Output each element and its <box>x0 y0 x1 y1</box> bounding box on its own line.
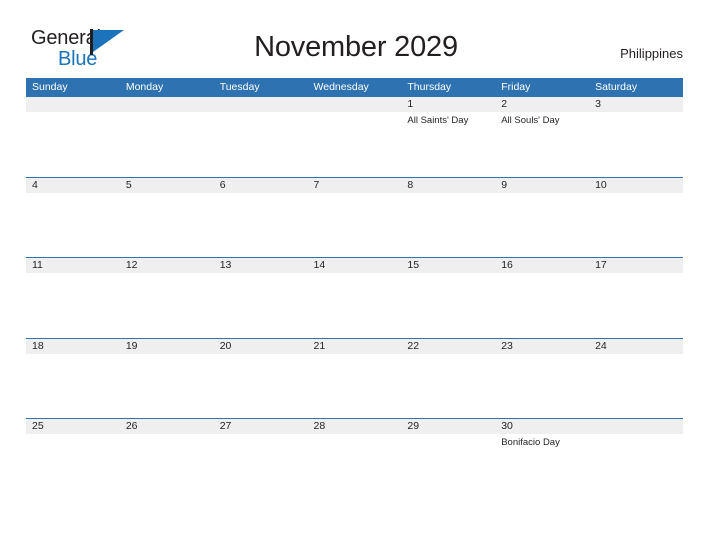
date-cell[interactable]: 2 <box>495 97 589 112</box>
weekday-header-saturday: Saturday <box>595 81 638 93</box>
event-cell: All Saints' Day <box>407 115 469 126</box>
event-cell <box>495 193 589 257</box>
week-date-band: 18 19 20 21 22 23 24 <box>26 338 683 354</box>
date-cell[interactable]: 3 <box>589 97 683 112</box>
event-cell <box>589 193 683 257</box>
week-date-band: 4 5 6 7 8 9 10 <box>26 177 683 193</box>
event-cell: All Souls' Day <box>501 115 560 126</box>
event-cell <box>120 193 214 257</box>
week-event-band <box>26 353 683 418</box>
date-cell[interactable]: 16 <box>495 258 589 273</box>
event-cell <box>589 273 683 337</box>
week-event-band <box>26 192 683 257</box>
weekday-header-friday: Friday <box>501 81 531 93</box>
event-cell <box>26 434 120 498</box>
event-cell <box>401 434 495 498</box>
week-date-band: 1 2 3 <box>26 97 683 112</box>
date-cell[interactable]: 19 <box>120 339 214 354</box>
event-cell <box>214 354 308 418</box>
event-cell <box>120 112 214 176</box>
weekday-header-sunday: Sunday <box>32 81 68 93</box>
date-cell[interactable]: 24 <box>589 339 683 354</box>
page-header: General Blue November 2029 Philippines <box>0 0 712 76</box>
event-cell <box>26 193 120 257</box>
event-cell <box>589 434 683 498</box>
date-cell[interactable]: 1 <box>401 97 495 112</box>
date-cell[interactable]: 18 <box>26 339 120 354</box>
calendar-week-row: 25 26 27 28 29 30 Bonifacio Day <box>26 418 683 499</box>
event-cell <box>589 112 683 176</box>
date-cell[interactable]: 6 <box>214 178 308 193</box>
weekday-header-wednesday: Wednesday <box>313 81 369 93</box>
page-title: November 2029 <box>254 31 458 63</box>
date-cell[interactable]: 14 <box>308 258 402 273</box>
date-cell[interactable]: 11 <box>26 258 120 273</box>
date-cell[interactable] <box>120 97 214 112</box>
event-cell <box>308 434 402 498</box>
date-cell[interactable]: 29 <box>401 419 495 434</box>
event-cell <box>401 193 495 257</box>
date-cell[interactable]: 8 <box>401 178 495 193</box>
event-cell <box>308 354 402 418</box>
weekday-header-tuesday: Tuesday <box>219 81 260 93</box>
event-cell <box>120 354 214 418</box>
date-cell[interactable]: 10 <box>589 178 683 193</box>
event-cell <box>495 354 589 418</box>
weekday-header-monday: Monday <box>125 81 164 93</box>
date-cell[interactable]: 15 <box>401 258 495 273</box>
calendar-table: Sunday Monday Tuesday Wednesday Thursday… <box>26 78 683 499</box>
date-cell[interactable] <box>26 97 120 112</box>
event-cell <box>308 112 402 176</box>
date-cell[interactable]: 22 <box>401 339 495 354</box>
calendar-week-row: 1 2 3 All Saints' Day All Souls' Day <box>26 96 683 177</box>
date-cell[interactable]: 25 <box>26 419 120 434</box>
week-event-band: Bonifacio Day <box>26 434 683 498</box>
week-date-band: 11 12 13 14 15 16 17 <box>26 258 683 273</box>
date-cell[interactable]: 7 <box>308 178 402 193</box>
event-cell <box>120 273 214 337</box>
date-cell[interactable] <box>589 419 683 434</box>
date-cell[interactable]: 23 <box>495 339 589 354</box>
date-cell[interactable]: 27 <box>214 419 308 434</box>
date-cell[interactable]: 20 <box>214 339 308 354</box>
calendar-weekday-header-row: Sunday Monday Tuesday Wednesday Thursday… <box>26 78 683 96</box>
event-cell <box>214 273 308 337</box>
week-date-band: 25 26 27 28 29 30 <box>26 419 683 434</box>
week-event-band <box>26 273 683 337</box>
event-cell <box>308 273 402 337</box>
event-cell <box>401 354 495 418</box>
event-cell <box>401 273 495 337</box>
calendar-week-row: 18 19 20 21 22 23 24 <box>26 337 683 419</box>
date-cell[interactable]: 4 <box>26 178 120 193</box>
event-cell <box>308 193 402 257</box>
date-cell[interactable]: 17 <box>589 258 683 273</box>
date-cell[interactable] <box>214 97 308 112</box>
week-event-band: All Saints' Day All Souls' Day <box>26 112 683 176</box>
country-label: Philippines <box>620 46 683 61</box>
event-cell <box>26 112 120 176</box>
calendar-page: General Blue November 2029 Philippines S… <box>0 0 712 550</box>
event-cell <box>214 193 308 257</box>
date-cell[interactable]: 12 <box>120 258 214 273</box>
event-cell <box>120 434 214 498</box>
date-cell[interactable]: 9 <box>495 178 589 193</box>
event-cell <box>589 354 683 418</box>
date-cell[interactable]: 21 <box>308 339 402 354</box>
calendar-week-row: 11 12 13 14 15 16 17 <box>26 257 683 338</box>
date-cell[interactable]: 13 <box>214 258 308 273</box>
date-cell[interactable]: 26 <box>120 419 214 434</box>
date-cell[interactable]: 5 <box>120 178 214 193</box>
calendar-week-row: 4 5 6 7 8 9 10 <box>26 176 683 258</box>
event-cell <box>495 273 589 337</box>
event-cell <box>26 273 120 337</box>
date-cell[interactable]: 30 <box>495 419 589 434</box>
event-cell <box>26 354 120 418</box>
event-cell <box>214 434 308 498</box>
date-cell[interactable] <box>308 97 402 112</box>
weekday-header-thursday: Thursday <box>407 81 452 93</box>
date-cell[interactable]: 28 <box>308 419 402 434</box>
event-cell: Bonifacio Day <box>501 437 560 448</box>
event-cell <box>214 112 308 176</box>
